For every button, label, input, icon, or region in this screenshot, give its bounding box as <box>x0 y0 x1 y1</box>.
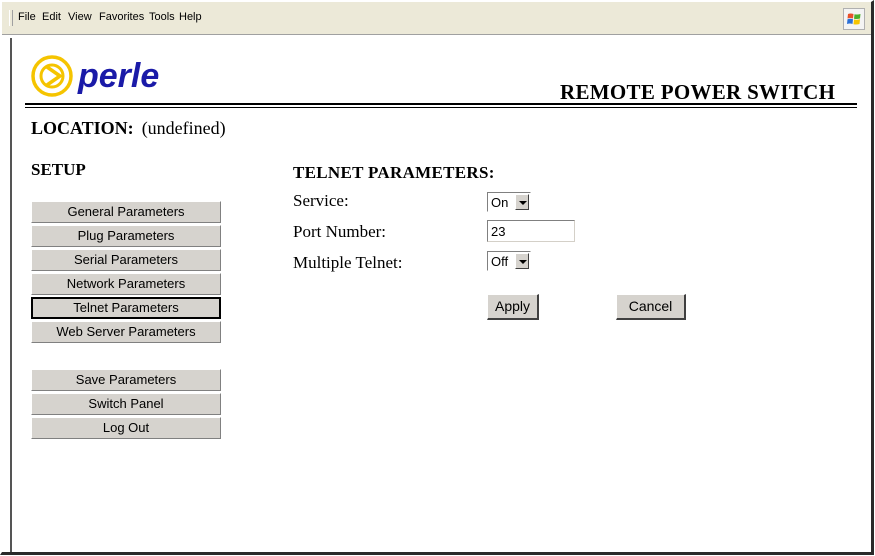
service-label: Service: <box>293 191 349 210</box>
location-label: LOCATION: <box>31 118 134 138</box>
multiple-telnet-select-value: Off <box>491 254 509 269</box>
nav-plug-parameters[interactable]: Plug Parameters <box>31 225 221 247</box>
menu-view[interactable]: View <box>68 11 92 23</box>
browser-window: File Edit View Favorites Tools Help perl… <box>0 0 874 555</box>
svg-text:perle: perle <box>77 57 159 95</box>
windows-logo-icon <box>843 8 865 30</box>
setup-heading: SETUP <box>31 160 86 179</box>
menu-edit[interactable]: Edit <box>42 11 61 23</box>
form-heading: TELNET PARAMETERS: <box>293 163 495 182</box>
switch-panel-button[interactable]: Switch Panel <box>31 393 221 415</box>
save-parameters-button[interactable]: Save Parameters <box>31 369 221 391</box>
menu-tools[interactable]: Tools <box>149 11 175 23</box>
toolbar-grip <box>9 10 13 26</box>
header-rule-top <box>25 103 857 105</box>
port-number-label: Port Number: <box>293 222 387 241</box>
menu-file[interactable]: File <box>18 11 36 23</box>
location-line: LOCATION: (undefined) <box>31 118 226 139</box>
port-number-input[interactable] <box>487 220 575 242</box>
apply-button[interactable]: Apply <box>487 294 539 320</box>
multiple-telnet-select[interactable]: Off <box>487 251 531 271</box>
service-select-value: On <box>491 195 509 210</box>
product-title: REMOTE POWER SWITCH <box>560 80 836 104</box>
dropdown-arrow-icon[interactable] <box>515 253 529 269</box>
menu-help[interactable]: Help <box>179 11 202 23</box>
nav-network-parameters[interactable]: Network Parameters <box>31 273 221 295</box>
dropdown-arrow-icon[interactable] <box>515 194 529 210</box>
cancel-button[interactable]: Cancel <box>616 294 686 320</box>
menu-bar: File Edit View Favorites Tools Help <box>2 2 871 35</box>
log-out-button[interactable]: Log Out <box>31 417 221 439</box>
nav-serial-parameters[interactable]: Serial Parameters <box>31 249 221 271</box>
location-value: (undefined) <box>141 118 226 138</box>
multiple-telnet-label: Multiple Telnet: <box>293 253 403 272</box>
perle-logo: perle <box>30 53 210 99</box>
menu-favorites[interactable]: Favorites <box>99 11 144 23</box>
header-rule-bottom <box>25 107 857 108</box>
nav-telnet-parameters[interactable]: Telnet Parameters <box>31 297 221 319</box>
nav-web-server-parameters[interactable]: Web Server Parameters <box>31 321 221 343</box>
nav-general-parameters[interactable]: General Parameters <box>31 201 221 223</box>
service-select[interactable]: On <box>487 192 531 212</box>
page-content: perle REMOTE POWER SWITCH LOCATION: (unde… <box>10 38 871 552</box>
